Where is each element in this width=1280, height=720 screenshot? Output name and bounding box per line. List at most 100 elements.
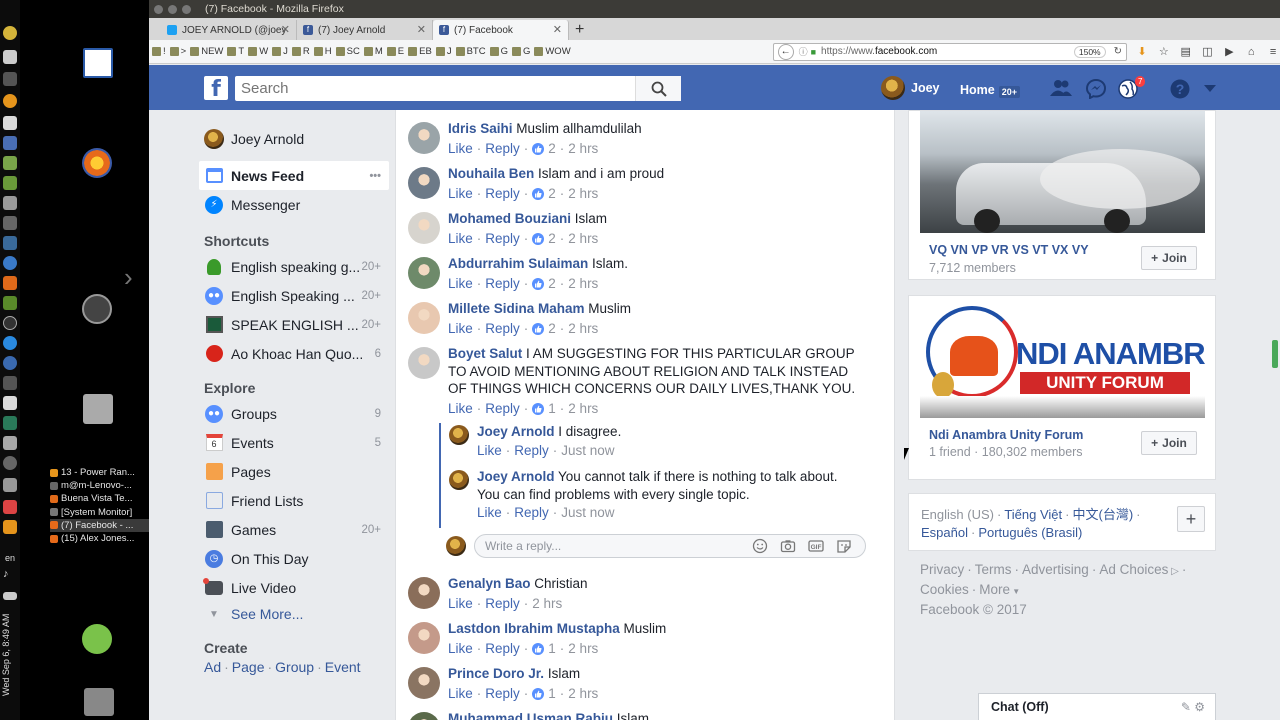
comment-time[interactable]: 2 hrs	[568, 141, 598, 156]
bookmark-item[interactable]: H	[313, 46, 332, 57]
shortcut-item[interactable]: English speaking g... 20+	[199, 252, 389, 281]
battery-icon[interactable]	[3, 592, 17, 600]
like-count[interactable]: 2	[548, 321, 556, 336]
reply-link[interactable]: Reply	[485, 276, 520, 291]
like-count[interactable]: 2	[548, 186, 556, 201]
spreadsheet-icon[interactable]	[3, 156, 17, 170]
avatar[interactable]	[408, 257, 440, 289]
pocket-icon[interactable]: ◫	[1201, 45, 1215, 58]
facebook-logo-icon[interactable]: f	[204, 76, 228, 102]
archive-icon[interactable]	[83, 394, 113, 424]
avatar[interactable]	[408, 667, 440, 699]
explore-item-games[interactable]: Games 20+	[199, 515, 389, 544]
avatar[interactable]	[449, 425, 469, 445]
bookmark-item[interactable]: G	[489, 46, 508, 57]
mail-icon[interactable]	[3, 416, 17, 430]
download-icon[interactable]	[3, 296, 17, 310]
camera-icon[interactable]	[3, 456, 17, 470]
group-name-link[interactable]: VQ VN VP VR VS VT VX VY	[929, 243, 1089, 257]
close-tab-icon[interactable]: ✕	[553, 23, 562, 36]
reply-link[interactable]: Reply	[485, 186, 520, 201]
like-link[interactable]: Like	[448, 641, 473, 656]
create-page-link[interactable]: Page	[232, 659, 265, 675]
like-count[interactable]: 1	[548, 686, 556, 701]
language-link[interactable]: Tiếng Việt	[1004, 507, 1062, 522]
user-icon[interactable]	[82, 624, 112, 654]
group-name-link[interactable]: Ndi Anambra Unity Forum	[929, 428, 1083, 442]
library-icon[interactable]: ▤	[1179, 45, 1193, 58]
friend-requests-icon[interactable]	[1049, 79, 1073, 97]
comment-time[interactable]: 2 hrs	[568, 641, 598, 656]
advertising-link[interactable]: Advertising	[1022, 562, 1089, 577]
monitor-icon[interactable]	[3, 236, 17, 250]
bookmark-item[interactable]: J	[435, 46, 452, 57]
volume-icon[interactable]: ♪	[3, 568, 17, 582]
reply-link[interactable]: Reply	[485, 141, 520, 156]
like-count[interactable]: 2	[548, 276, 556, 291]
language-link[interactable]: 中文(台灣)	[1072, 507, 1133, 522]
reply-link[interactable]: Reply	[485, 686, 520, 701]
reply-link[interactable]: Reply	[485, 231, 520, 246]
home-icon[interactable]: ⌂	[1244, 46, 1258, 58]
explore-item-pages[interactable]: Pages	[199, 457, 389, 486]
profile-nav-item[interactable]: Joey Arnold	[199, 124, 389, 153]
task-item[interactable]: (7) Facebook - ...	[50, 518, 150, 532]
like-count[interactable]: 2	[548, 141, 556, 156]
home-link[interactable]: Home 20+	[960, 82, 1021, 98]
like-link[interactable]: Like	[448, 276, 473, 291]
like-link[interactable]: Like	[448, 596, 473, 611]
comment-author[interactable]: Mohamed Bouziani	[448, 211, 571, 226]
menu-icon[interactable]: ≡	[1266, 46, 1280, 58]
group-cover-image[interactable]	[920, 111, 1205, 233]
folder-icon[interactable]	[3, 478, 17, 492]
shortcut-item[interactable]: Ao Khoac Han Quo... 6	[199, 339, 389, 368]
back-arrow-icon[interactable]: ←	[777, 43, 794, 60]
bookmark-item[interactable]: T	[227, 46, 244, 57]
terminal-icon[interactable]	[3, 216, 17, 230]
bookmark-item[interactable]: NEW	[190, 46, 223, 57]
explore-item-events[interactable]: 6 Events 5	[199, 428, 389, 457]
messenger-nav-item[interactable]: ⚡ Messenger	[199, 190, 389, 219]
clock[interactable]: Wed Sep 6, 8:49 AM	[1, 605, 19, 705]
bookmark-item[interactable]: G	[511, 46, 530, 57]
more-options-icon[interactable]: •••	[369, 170, 381, 182]
reply-link[interactable]: Reply	[485, 321, 520, 336]
emoji-icon[interactable]	[752, 538, 768, 554]
reply-link[interactable]: Reply	[514, 505, 549, 520]
explore-item-on-this-day[interactable]: ◷ On This Day	[199, 544, 389, 573]
avatar[interactable]	[408, 212, 440, 244]
new-tab-button[interactable]: +	[575, 21, 595, 39]
tab-facebook[interactable]: f (7) Facebook ✕	[433, 20, 569, 40]
avatar[interactable]	[408, 347, 440, 379]
bookmark-item[interactable]: J	[272, 46, 288, 57]
profile-link[interactable]: Joey	[881, 76, 940, 100]
join-group-button[interactable]: + Join	[1141, 431, 1197, 455]
reply-link[interactable]: Reply	[485, 401, 520, 416]
tab-twitter[interactable]: JOEY ARNOLD (@joey ✕	[161, 20, 297, 40]
star-icon[interactable]: ☆	[1157, 45, 1171, 58]
comment-time[interactable]: 2 hrs	[568, 186, 598, 201]
comment-author[interactable]: Lastdon Ibrahim Mustapha	[448, 621, 620, 636]
gamepad-icon[interactable]	[3, 436, 17, 450]
avatar[interactable]	[408, 167, 440, 199]
group-cover-image[interactable]: NDI ANAMBRA UNITY FORUM	[920, 296, 1205, 418]
app-icon[interactable]	[3, 72, 17, 86]
explore-item-live-video[interactable]: Live Video	[199, 573, 389, 602]
tab-profile[interactable]: f (7) Joey Arnold ✕	[297, 20, 433, 40]
comment-author[interactable]: Prince Doro Jr.	[448, 666, 544, 681]
like-count[interactable]: 2	[548, 231, 556, 246]
bookmark-item[interactable]: WOW	[534, 46, 571, 57]
comment-author[interactable]: Millete Sidina Maham	[448, 301, 585, 316]
comment-time[interactable]: 2 hrs	[568, 321, 598, 336]
task-item[interactable]: [System Monitor]	[50, 506, 150, 519]
like-link[interactable]: Like	[448, 186, 473, 201]
webcam-icon[interactable]	[3, 316, 17, 330]
avatar[interactable]	[408, 302, 440, 334]
close-window-button[interactable]	[154, 4, 163, 14]
create-event-link[interactable]: Event	[325, 659, 361, 675]
media-icon[interactable]	[3, 500, 17, 514]
scrollbar-thumb[interactable]	[1272, 340, 1278, 368]
cookies-link[interactable]: Cookies	[920, 582, 969, 597]
bookmark-item[interactable]: EB	[408, 46, 432, 57]
comment-author[interactable]: Boyet Salut	[448, 346, 522, 361]
